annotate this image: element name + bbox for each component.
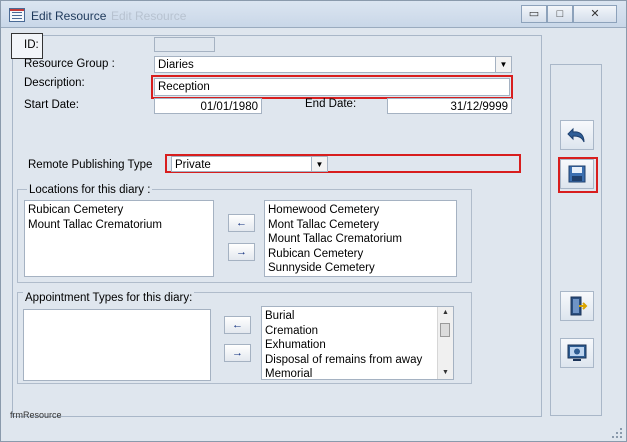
remove-location-button[interactable]: → (228, 243, 255, 261)
scroll-down-icon[interactable]: ▼ (438, 367, 453, 379)
locations-title: Locations for this diary : (27, 184, 153, 196)
id-field (154, 37, 215, 52)
description-label: Description: (24, 77, 85, 89)
list-item[interactable]: Homewood Cemetery (268, 203, 453, 218)
scroll-up-icon[interactable]: ▲ (438, 307, 453, 319)
remove-appointment-type-button[interactable]: → (224, 344, 251, 362)
undo-icon (567, 127, 585, 143)
list-item[interactable]: Mont Tallac Cemetery (268, 218, 453, 233)
form-icon (9, 8, 25, 22)
arrow-right-icon: → (236, 246, 247, 258)
chevron-down-icon[interactable]: ▼ (311, 157, 327, 171)
list-item[interactable]: Rubican Cemetery (28, 203, 210, 218)
remote-publishing-value: Private (175, 159, 211, 171)
maximize-button[interactable]: □ (547, 5, 573, 23)
description-input[interactable]: Reception (151, 75, 513, 99)
appointment-types-title: Appointment Types for this diary: (23, 292, 195, 304)
save-button[interactable] (560, 159, 594, 189)
list-item[interactable]: Disposal of remains from away (265, 353, 435, 368)
remote-publishing-select[interactable]: Private ▼ (171, 156, 328, 172)
scrollbar-thumb[interactable] (440, 323, 450, 337)
arrow-right-icon: → (232, 347, 243, 359)
resource-group-select[interactable]: Diaries ▼ (154, 56, 512, 73)
exit-door-icon (570, 296, 588, 316)
window-title-ghost: Edit Resource (111, 9, 187, 23)
arrow-left-icon: ← (236, 217, 247, 229)
start-date-input[interactable]: 01/01/1980 (154, 98, 262, 114)
remote-publishing-label: Remote Publishing Type (28, 159, 153, 171)
title-bar[interactable]: Edit Resource Edit Resource ▭ □ ✕ (1, 1, 626, 28)
minimize-icon: ▭ (528, 8, 540, 20)
assigned-appointment-types-list[interactable] (23, 309, 211, 381)
list-item[interactable]: Sunnyside Cemetery (268, 261, 453, 276)
chevron-down-icon[interactable]: ▼ (495, 57, 511, 72)
scrollbar[interactable]: ▲ ▼ (437, 307, 453, 379)
resource-group-value: Diaries (158, 59, 194, 71)
exit-button[interactable] (560, 291, 594, 321)
end-date-input[interactable]: 31/12/9999 (387, 98, 512, 114)
close-icon: ✕ (590, 8, 600, 20)
list-item[interactable]: Exhumation (265, 338, 435, 353)
preview-button[interactable] (560, 338, 594, 368)
close-button[interactable]: ✕ (573, 5, 617, 23)
list-item[interactable]: Cremation (265, 324, 435, 339)
resize-grip-icon[interactable] (611, 427, 623, 439)
form-name-label: frmResource (10, 410, 62, 420)
save-icon (568, 165, 586, 183)
assigned-locations-list[interactable]: Rubican Cemetery Mount Tallac Crematoriu… (24, 200, 214, 277)
list-item[interactable]: Mount Tallac Crematorium (268, 232, 453, 247)
minimize-button[interactable]: ▭ (521, 5, 547, 23)
preview-icon (567, 344, 587, 361)
arrow-left-icon: ← (232, 319, 243, 331)
add-appointment-type-button[interactable]: ← (224, 316, 251, 334)
resource-group-label: Resource Group : (24, 58, 115, 70)
window-title: Edit Resource (31, 9, 107, 23)
id-label: ID: (24, 39, 39, 51)
list-item[interactable]: Mount Tallac Crematorium (28, 218, 210, 233)
start-date-label: Start Date: (24, 99, 79, 111)
add-location-button[interactable]: ← (228, 214, 255, 232)
list-item[interactable]: Rubican Cemetery (268, 247, 453, 262)
undo-button[interactable] (560, 120, 594, 150)
list-item[interactable]: Burial (265, 309, 435, 324)
maximize-icon: □ (556, 8, 564, 20)
end-date-label: End Date: (305, 98, 357, 110)
available-appointment-types-list[interactable]: Burial Cremation Exhumation Disposal of … (261, 306, 454, 380)
list-item[interactable]: Memorial (265, 367, 435, 379)
available-locations-list[interactable]: Homewood Cemetery Mont Tallac Cemetery M… (264, 200, 457, 277)
